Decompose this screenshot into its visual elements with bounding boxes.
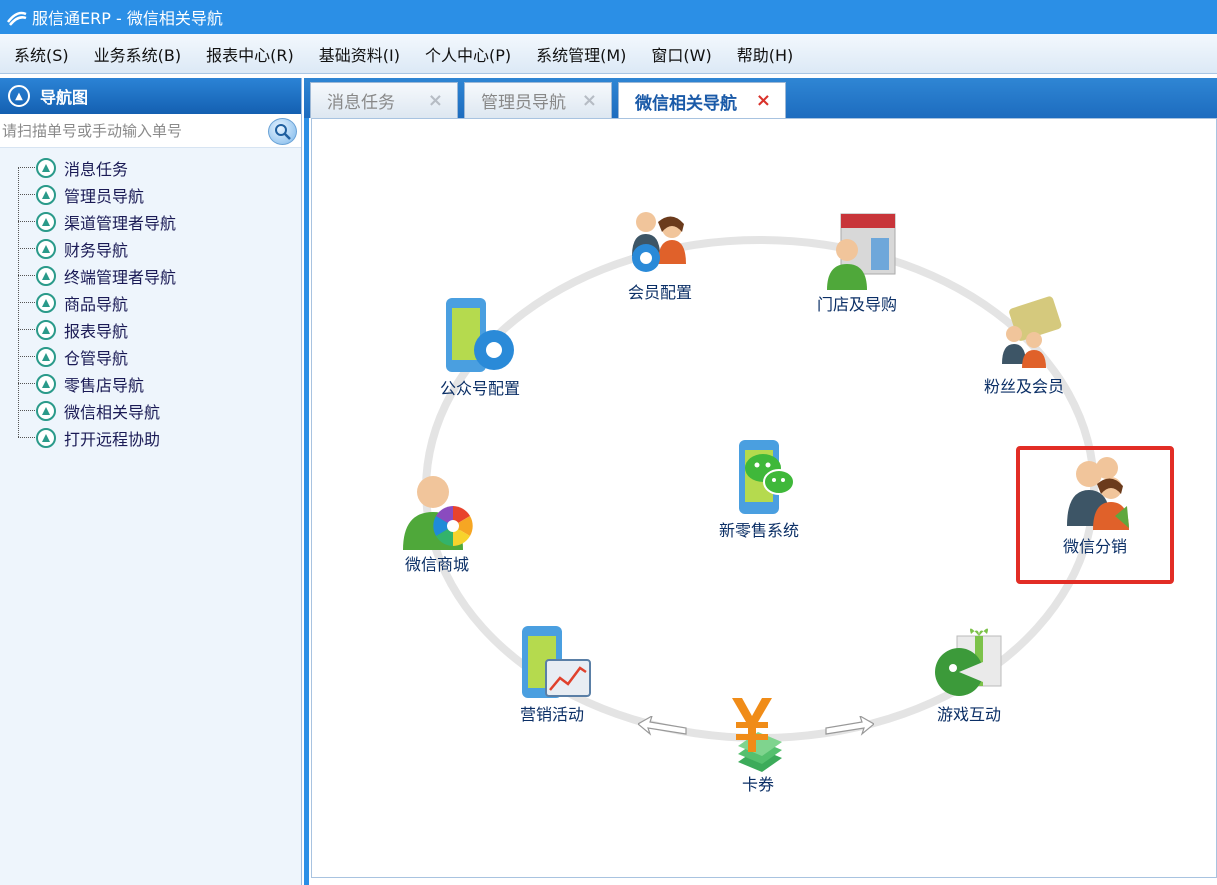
close-icon[interactable]: × xyxy=(582,90,597,111)
tree-item-warehouse-nav[interactable]: 仓管导航 xyxy=(0,343,300,370)
wechat-distribution-icon xyxy=(1067,457,1129,530)
game-gift-icon xyxy=(935,628,1002,696)
tree-item-report-nav[interactable]: 报表导航 xyxy=(0,316,300,343)
tree-item-wechat-nav[interactable]: 微信相关导航 xyxy=(0,397,300,424)
tree-item-label: 财务导航 xyxy=(64,240,129,260)
tree-item-label: 终端管理者导航 xyxy=(64,267,177,287)
node-wechat-mall[interactable]: 微信商城 xyxy=(392,472,482,574)
navigation-pane: ▲ 导航图 消息任务 管理员导航 渠道管理者导航 财务导航 终端管理者导航 商品… xyxy=(0,78,302,885)
node-new-retail-system[interactable]: 新零售系统 xyxy=(704,438,814,540)
menu-personal-center[interactable]: 个人中心(P) xyxy=(416,42,520,66)
nav-arrow-icon xyxy=(36,238,56,259)
menu-help[interactable]: 帮助(H) xyxy=(728,42,803,66)
node-coupon[interactable]: 卡券 xyxy=(716,692,800,794)
search-icon[interactable] xyxy=(268,118,297,145)
tree-item-label: 消息任务 xyxy=(64,159,129,179)
nav-arrow-icon xyxy=(36,292,56,313)
node-label: 粉丝及会员 xyxy=(984,377,1065,396)
node-store-guide[interactable]: 门店及导购 xyxy=(812,210,902,314)
node-label: 微信商城 xyxy=(404,555,469,574)
node-fans-members[interactable]: 粉丝及会员 xyxy=(982,296,1066,396)
tab-strip: 消息任务 × 管理员导航 × 微信相关导航 × xyxy=(304,78,1217,120)
node-label: 卡券 xyxy=(741,775,774,794)
node-marketing[interactable]: 营销活动 xyxy=(504,622,600,724)
collapse-up-icon[interactable]: ▲ xyxy=(8,85,30,107)
node-label: 微信分销 xyxy=(1062,537,1127,556)
nav-arrow-icon xyxy=(36,400,56,421)
tree-item-finance-nav[interactable]: 财务导航 xyxy=(0,235,300,262)
tree-item-label: 零售店导航 xyxy=(64,375,145,395)
menu-window[interactable]: 窗口(W) xyxy=(642,42,720,66)
title-bar: 服信通ERP - 微信相关导航 xyxy=(0,0,1217,34)
nav-arrow-icon xyxy=(36,265,56,286)
nav-arrow-icon xyxy=(36,427,56,448)
tab-message-tasks[interactable]: 消息任务 × xyxy=(310,82,458,118)
wechat-phone-icon xyxy=(739,440,795,514)
tree-item-label: 打开远程协助 xyxy=(64,429,161,449)
menu-system[interactable]: 系统(S) xyxy=(5,42,78,66)
tree-item-remote-assist[interactable]: 打开远程协助 xyxy=(0,424,300,451)
node-wechat-distribution[interactable]: 微信分销 xyxy=(1040,454,1150,556)
menu-business-system[interactable]: 业务系统(B) xyxy=(85,42,190,66)
tree-item-retail-store-nav[interactable]: 零售店导航 xyxy=(0,370,300,397)
tree-item-product-nav[interactable]: 商品导航 xyxy=(0,289,300,316)
nav-header[interactable]: ▲ 导航图 xyxy=(0,78,301,114)
tree-item-label: 微信相关导航 xyxy=(64,402,161,422)
node-member-config[interactable]: 会员配置 xyxy=(610,206,710,302)
nav-arrow-icon xyxy=(36,373,56,394)
node-label: 游戏互动 xyxy=(936,705,1001,724)
nav-tree: 消息任务 管理员导航 渠道管理者导航 财务导航 终端管理者导航 商品导航 报表导… xyxy=(0,154,300,451)
nav-arrow-icon xyxy=(36,184,56,205)
tree-item-label: 商品导航 xyxy=(64,294,129,314)
node-label: 门店及导购 xyxy=(817,295,898,314)
tab-wechat-nav[interactable]: 微信相关导航 × xyxy=(618,82,786,120)
arrow-left-icon xyxy=(638,716,687,736)
store-guide-icon xyxy=(827,213,896,290)
menu-report-center[interactable]: 报表中心(R) xyxy=(197,42,303,66)
tree-item-label: 渠道管理者导航 xyxy=(64,213,177,233)
node-label: 营销活动 xyxy=(519,705,584,724)
tab-label: 管理员导航 xyxy=(481,93,566,113)
tree-item-admin-nav[interactable]: 管理员导航 xyxy=(0,181,300,208)
node-label: 新零售系统 xyxy=(718,521,799,540)
tree-item-message-tasks[interactable]: 消息任务 xyxy=(0,154,300,181)
menu-system-management[interactable]: 系统管理(M) xyxy=(527,42,635,66)
coupon-yen-icon xyxy=(732,698,782,772)
tree-item-label: 仓管导航 xyxy=(64,348,129,368)
node-official-account[interactable]: 公众号配置 xyxy=(438,294,522,398)
node-label: 会员配置 xyxy=(627,283,692,302)
tab-label: 微信相关导航 xyxy=(635,94,737,114)
fans-members-icon xyxy=(1002,296,1062,368)
nav-arrow-icon xyxy=(36,319,56,340)
tree-item-terminal-manager-nav[interactable]: 终端管理者导航 xyxy=(0,262,300,289)
arrow-right-icon xyxy=(825,716,874,736)
app-logo-icon xyxy=(7,11,27,26)
member-config-icon xyxy=(632,212,686,272)
window-title: 服信通ERP - 微信相关导航 xyxy=(32,9,223,28)
menu-basic-data[interactable]: 基础资料(I) xyxy=(310,42,409,66)
tree-item-label: 管理员导航 xyxy=(64,186,145,206)
tab-label: 消息任务 xyxy=(327,93,395,113)
tree-item-label: 报表导航 xyxy=(64,321,129,341)
nav-arrow-icon xyxy=(36,346,56,367)
nav-header-title: 导航图 xyxy=(40,88,89,107)
official-account-icon xyxy=(446,298,514,372)
node-game-interaction[interactable]: 游戏互动 xyxy=(924,622,1014,724)
menu-bar: 系统(S) 业务系统(B) 报表中心(R) 基础资料(I) 个人中心(P) 系统… xyxy=(0,34,1217,74)
tab-admin-nav[interactable]: 管理员导航 × xyxy=(464,82,612,118)
scan-order-input[interactable] xyxy=(2,117,264,145)
search-row xyxy=(0,114,301,148)
close-icon[interactable]: × xyxy=(428,90,443,111)
wechat-mall-icon xyxy=(403,476,473,550)
close-icon[interactable]: × xyxy=(756,90,771,111)
nav-arrow-icon xyxy=(36,211,56,232)
nav-arrow-icon xyxy=(36,157,56,178)
node-label: 公众号配置 xyxy=(440,379,521,398)
tree-item-channel-manager-nav[interactable]: 渠道管理者导航 xyxy=(0,208,300,235)
marketing-icon xyxy=(522,626,591,698)
